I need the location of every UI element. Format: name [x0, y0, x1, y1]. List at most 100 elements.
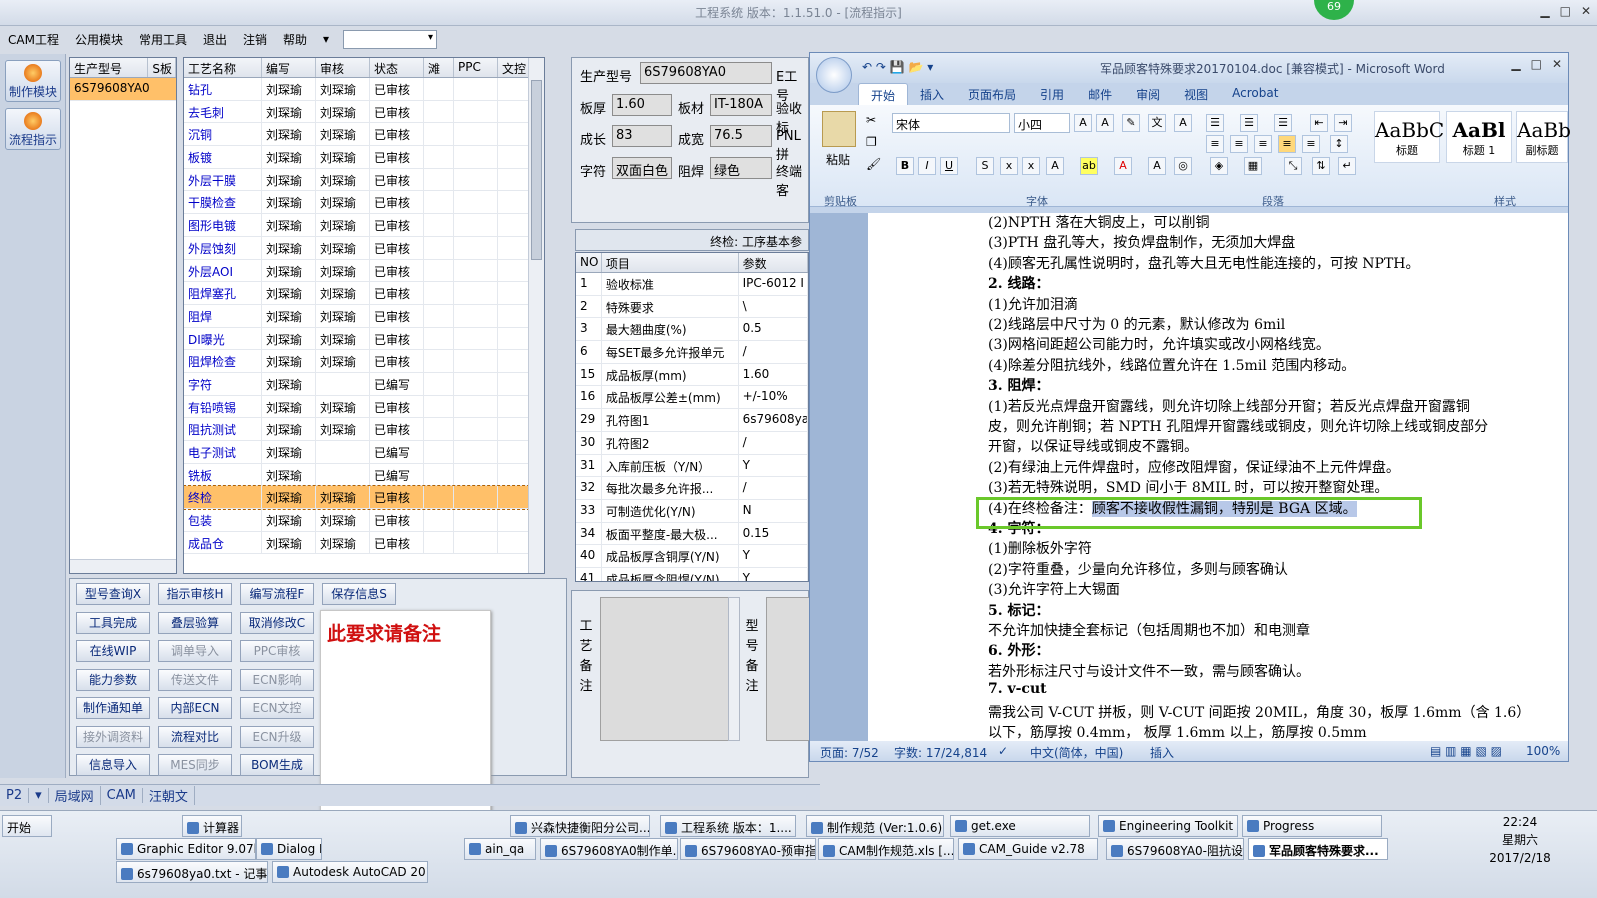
close-icon[interactable]: ✕	[1581, 4, 1591, 18]
ribbon-tab-view[interactable]: 视图	[1172, 83, 1220, 105]
style-heading1[interactable]: AaBl 标题 1	[1446, 111, 1512, 163]
action-button[interactable]: 指示审核H	[158, 583, 232, 605]
table-row[interactable]: 1 验收标准 IPC-6012 I	[576, 273, 808, 296]
table-row[interactable]: 30 孔符图2/	[576, 431, 808, 455]
shrink-font-icon[interactable]: A	[1096, 114, 1114, 132]
table-row[interactable]: 6 每SET最多允许报单元 /	[576, 341, 808, 364]
tab-lan[interactable]: 局域网	[49, 786, 101, 805]
action-button[interactable]: 制作通知单	[76, 697, 150, 719]
change-case-icon[interactable]: A	[1046, 157, 1064, 175]
action-button[interactable]: 能力参数	[76, 668, 150, 691]
table-row[interactable]: 终检 刘琛瑜 刘琛瑜 已审核	[184, 485, 544, 511]
taskbar-button[interactable]: Engineering Toolkit 9....	[1098, 815, 1238, 837]
menu-help[interactable]: 帮助	[275, 31, 315, 48]
quick-access-icons[interactable]: ↶ ↷ 💾 📂 ▾	[862, 60, 933, 74]
action-button[interactable]: 叠层验算	[158, 611, 232, 634]
menu-logout[interactable]: 注销	[235, 31, 275, 48]
table-row[interactable]: 29孔符图16s79608ya0	[576, 409, 808, 432]
start-button[interactable]: 开始	[2, 815, 52, 837]
align-right-icon[interactable]: ≡	[1254, 135, 1272, 153]
text-direction-icon[interactable]: ⤡	[1284, 157, 1302, 175]
table-row[interactable]: 外层干膜 刘琛瑜 刘琛瑜 已审核	[184, 168, 544, 192]
material-field[interactable]: IT-180A	[710, 94, 772, 116]
word-minimize-icon[interactable]: ▁	[1511, 57, 1520, 71]
multilevel-icon[interactable]: ☰	[1274, 114, 1292, 132]
table-row[interactable]: 外层AOI 刘琛瑜 刘琛瑜 已审核	[184, 259, 544, 283]
borders-icon[interactable]: ▦	[1244, 157, 1262, 175]
word-close-icon[interactable]: ✕	[1552, 57, 1562, 71]
copy-icon[interactable]: ❐	[866, 135, 877, 149]
taskbar-button[interactable]: Dialog Bo	[256, 838, 322, 860]
tab-dropdown-icon[interactable]: ▾	[29, 788, 49, 803]
table-row[interactable]: 字符 刘琛瑜 已编写	[184, 372, 544, 396]
taskbar-button[interactable]: Progress	[1242, 815, 1382, 837]
show-marks-icon[interactable]: ↵	[1338, 157, 1356, 175]
taskbar-button[interactable]: CAM_Guide v2.78	[958, 838, 1098, 860]
superscript-icon[interactable]: x	[1022, 157, 1040, 175]
action-button[interactable]: 保存信息S	[322, 583, 396, 605]
word-count[interactable]: 字数: 17/24,814	[894, 744, 987, 761]
menu-exit[interactable]: 退出	[195, 31, 235, 48]
taskbar-button[interactable]: 计算器	[182, 815, 242, 837]
model-hscroll[interactable]	[70, 559, 176, 573]
table-row[interactable]: 40 成品板厚含铜厚(Y/N) Y	[576, 545, 808, 568]
menu-dropdown-icon[interactable]: ▾	[315, 32, 337, 46]
char-shading-icon[interactable]: A	[1148, 157, 1166, 175]
width-field[interactable]: 76.5	[710, 125, 772, 147]
silkscreen-field[interactable]: 双面白色	[612, 157, 672, 179]
menu-tools[interactable]: 常用工具	[131, 31, 195, 48]
taskbar-button[interactable]: 兴森快捷衡阳分公司...	[510, 815, 650, 837]
process-vscroll[interactable]	[528, 58, 544, 573]
table-row[interactable]: 31 入库前压板（Y/N） Y	[576, 454, 808, 478]
table-row[interactable]: 干膜检查 刘琛瑜 刘琛瑜 已审核	[184, 191, 544, 215]
strikethrough-icon[interactable]: S	[976, 157, 994, 175]
font-name-combo[interactable]: 宋体	[892, 113, 1010, 133]
format-painter-icon[interactable]: 🖌	[866, 157, 881, 171]
action-button[interactable]: ECN文控	[240, 697, 314, 719]
taskbar-button[interactable]: 6s79608ya0.txt - 记事本	[116, 861, 268, 883]
table-row[interactable]: DI曝光 刘琛瑜 刘琛瑜 已审核	[184, 327, 544, 351]
taskbar-button[interactable]: CAM制作规范.xls [...	[818, 838, 954, 860]
tab-user[interactable]: 汪朝文	[143, 786, 195, 805]
action-button[interactable]: BOM生成	[240, 754, 314, 776]
sort-icon[interactable]: ⇅	[1312, 157, 1330, 175]
style-title[interactable]: AaBbC 标题	[1374, 111, 1444, 163]
clock[interactable]: 22:24 星期六 2017/2/18	[1470, 813, 1570, 867]
menu-combo[interactable]	[343, 29, 438, 49]
action-button[interactable]: 接外调资料	[76, 725, 150, 748]
font-color-icon[interactable]: A	[1114, 157, 1132, 175]
table-row[interactable]: 阻焊塞孔 刘琛瑜 刘琛瑜 已审核	[184, 282, 544, 305]
table-row[interactable]: 包装 刘琛瑜 刘琛瑜 已审核	[184, 509, 544, 532]
ribbon-tab-home[interactable]: 开始	[858, 83, 909, 105]
view-buttons-icon[interactable]: ▤ ▥ ▦ ▧ ▨	[1430, 744, 1502, 758]
document-page[interactable]: (2)NPTH 落在大铜皮上，可以削铜 (3)PTH 盘孔等大，按负焊盘制作，无须…	[868, 213, 1568, 743]
highlight-icon[interactable]: ab	[1080, 157, 1098, 175]
taskbar-button[interactable]: 军品顾客特殊要求...	[1248, 838, 1388, 860]
shading-icon[interactable]: ◈	[1210, 157, 1228, 175]
ribbon-tab-layout[interactable]: 页面布局	[956, 83, 1028, 105]
col-tan[interactable]: 滩	[424, 58, 454, 77]
length-field[interactable]: 83	[612, 125, 672, 147]
col-s[interactable]: S板	[148, 58, 176, 77]
taskbar-button[interactable]: 6S79608YA0-预审指...	[680, 838, 816, 860]
table-row[interactable]: 16 成品板厚公差±(mm) +/-10%	[576, 386, 808, 410]
model-remark-box[interactable]	[766, 597, 810, 741]
process-remark-box[interactable]	[600, 597, 740, 741]
table-row[interactable]: 铣板 刘琛瑜 已编写	[184, 463, 544, 487]
action-button[interactable]: ECN影响	[240, 668, 314, 691]
action-button[interactable]: 型号查询X	[76, 583, 150, 605]
ribbon-tab-references[interactable]: 引用	[1028, 83, 1076, 105]
menu-cam[interactable]: CAM工程	[0, 31, 67, 48]
italic-icon[interactable]: I	[918, 157, 936, 175]
action-button[interactable]: 在线WIP	[76, 640, 150, 662]
taskbar-button[interactable]: 工程系统 版本：1....	[660, 815, 796, 837]
phonetic-icon[interactable]: 文	[1148, 114, 1166, 132]
ribbon-tab-review[interactable]: 审阅	[1124, 83, 1172, 105]
action-button[interactable]: 取消修改C	[240, 611, 314, 634]
thickness-field[interactable]: 1.60	[612, 94, 672, 116]
taskbar-button[interactable]: Autodesk AutoCAD 2014...	[272, 861, 428, 883]
align-left-icon[interactable]: ≡	[1206, 135, 1224, 153]
clear-format-icon[interactable]: ✎	[1122, 114, 1140, 132]
increase-indent-icon[interactable]: ⇥	[1334, 114, 1352, 132]
cut-icon[interactable]: ✂	[866, 113, 876, 127]
